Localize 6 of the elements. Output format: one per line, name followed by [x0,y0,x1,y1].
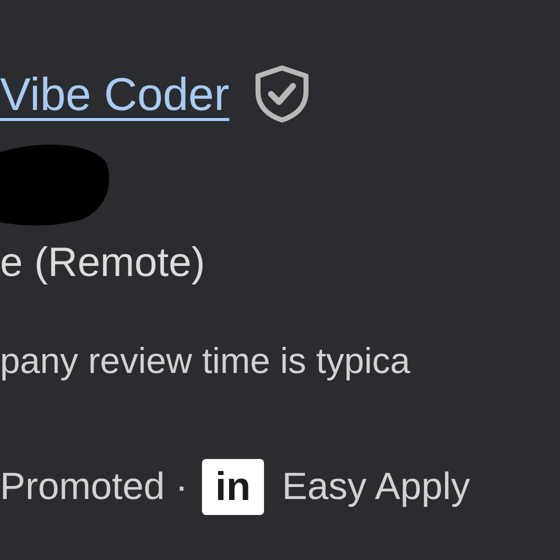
job-location: e (Remote) [0,242,206,283]
linkedin-logo-icon: in [202,459,264,515]
review-note: pany review time is typica [0,343,412,379]
job-title-link[interactable]: Vibe Coder [0,71,230,117]
easy-apply-label: Easy Apply [282,468,470,506]
promoted-label: Promoted · [0,468,188,506]
